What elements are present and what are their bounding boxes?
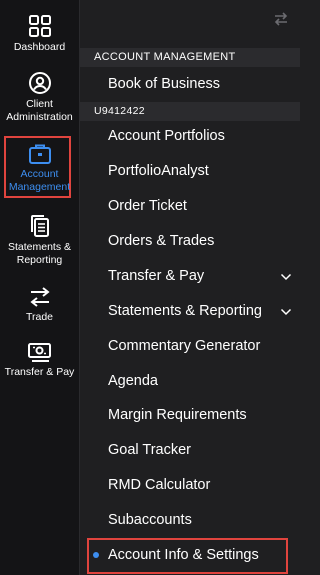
rail-item-statements-reporting[interactable]: Statements & Reporting	[0, 214, 79, 267]
rail-item-account-management[interactable]: Account Management	[0, 143, 79, 194]
menu-item-subaccounts[interactable]: Subaccounts	[108, 508, 298, 532]
left-nav-rail: Dashboard Client Administration Account …	[0, 0, 79, 575]
menu-item-label: Statements & Reporting	[108, 303, 262, 319]
briefcase-icon	[28, 144, 51, 164]
swap-icon[interactable]	[272, 10, 290, 28]
rail-label-transfer-pay: Transfer & Pay	[4, 366, 75, 378]
rail-item-transfer-pay[interactable]: Transfer & Pay	[0, 341, 79, 379]
menu-item-commentary-generator[interactable]: Commentary Generator	[108, 334, 298, 358]
rail-label-client-administration: Client Administration	[6, 98, 73, 123]
menu-item-statements-reporting[interactable]: Statements & Reporting	[108, 299, 298, 323]
menu-item-transfer-pay[interactable]: Transfer & Pay	[108, 264, 298, 288]
rail-item-trade[interactable]: Trade	[0, 286, 79, 324]
chevron-down-icon	[280, 273, 292, 281]
menu-item-book-of-business[interactable]: Book of Business	[108, 72, 298, 96]
dashboard-grid-icon	[28, 15, 51, 37]
menu-item-agenda[interactable]: Agenda	[108, 369, 298, 393]
menu-item-order-ticket[interactable]: Order Ticket	[108, 194, 298, 218]
menu-item-account-portfolios[interactable]: Account Portfolios	[108, 124, 298, 148]
menu-item-orders-trades[interactable]: Orders & Trades	[108, 229, 298, 253]
chevron-down-icon	[280, 308, 292, 316]
rail-label-dashboard: Dashboard	[13, 41, 66, 53]
rail-item-client-administration[interactable]: Client Administration	[0, 71, 79, 124]
menu-item-goal-tracker[interactable]: Goal Tracker	[108, 438, 298, 462]
menu-item-rmd-calculator[interactable]: RMD Calculator	[108, 473, 298, 497]
documents-icon	[30, 215, 49, 237]
user-circle-icon	[28, 72, 51, 94]
selected-indicator-dot	[93, 552, 99, 558]
menu-item-portfolioanalyst[interactable]: PortfolioAnalyst	[108, 159, 298, 183]
account-management-panel: ACCOUNT MANAGEMENT Book of Business U941…	[80, 0, 300, 575]
rail-label-trade: Trade	[25, 311, 54, 323]
swap-arrows-icon	[29, 287, 50, 307]
rail-item-dashboard[interactable]: Dashboard	[0, 14, 79, 54]
menu-item-label: Transfer & Pay	[108, 268, 205, 284]
selected-item-highlight	[87, 538, 288, 574]
rail-label-statements-reporting: Statements & Reporting	[7, 241, 72, 266]
menu-item-margin-requirements[interactable]: Margin Requirements	[108, 403, 298, 427]
money-transfer-icon	[27, 343, 51, 362]
account-id-header: U9412422	[80, 102, 300, 121]
rail-label-account-management: Account Management	[8, 168, 71, 193]
section-title: ACCOUNT MANAGEMENT	[80, 48, 300, 67]
